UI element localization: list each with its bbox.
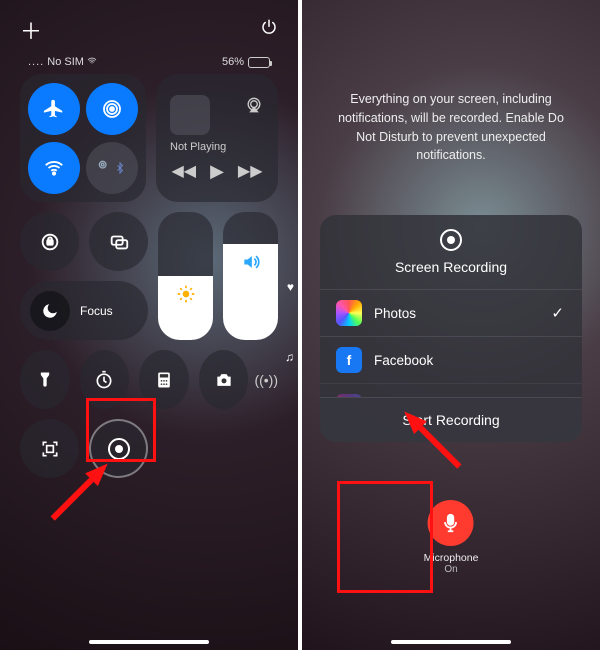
app-option-instagram[interactable]: Instagram: [320, 383, 582, 397]
mic-label: Microphone: [424, 552, 479, 564]
carrier-label: No SIM: [47, 56, 84, 68]
mic-state: On: [424, 564, 479, 575]
brightness-slider[interactable]: [158, 212, 213, 340]
facebook-icon: f: [336, 347, 362, 373]
screen-recording-menu: Screen Recording Photos ✓ f Facebook Ins…: [320, 215, 582, 442]
check-icon: ✓: [551, 304, 564, 322]
battery-icon: [248, 57, 270, 68]
cellular-bt-toggle[interactable]: [86, 142, 138, 194]
orientation-lock[interactable]: [20, 212, 79, 271]
camera-button[interactable]: [199, 350, 249, 409]
app-option-facebook[interactable]: f Facebook: [320, 336, 582, 383]
airplane-toggle[interactable]: [28, 83, 80, 135]
microphone-icon: [440, 512, 462, 534]
calculator-button[interactable]: [139, 350, 189, 409]
battery-pct: 56%: [222, 56, 244, 68]
album-art: [170, 95, 210, 135]
screen-mirroring[interactable]: [89, 212, 148, 271]
power-icon[interactable]: [260, 18, 278, 42]
focus-button[interactable]: Focus: [20, 281, 148, 340]
connectivity-tile[interactable]: [20, 74, 146, 202]
home-indicator[interactable]: [391, 640, 511, 644]
hearing-icon[interactable]: ((•)): [254, 372, 278, 388]
forward-icon[interactable]: ▶▶: [238, 161, 263, 182]
home-indicator[interactable]: [89, 640, 209, 644]
record-icon: [440, 229, 462, 251]
app-option-photos[interactable]: Photos ✓: [320, 289, 582, 336]
timer-button[interactable]: [80, 350, 130, 409]
favorites-icon[interactable]: ♥: [287, 280, 294, 294]
photos-icon: [336, 300, 362, 326]
moon-icon: [30, 291, 70, 331]
recording-info-text: Everything on your screen, including not…: [302, 0, 600, 165]
add-control-icon[interactable]: ＋: [20, 14, 42, 46]
volume-slider[interactable]: [223, 212, 278, 340]
phone-right: Everything on your screen, including not…: [302, 0, 600, 650]
music-recognition-icon[interactable]: ♫: [285, 350, 294, 364]
play-icon[interactable]: ▶: [210, 161, 224, 182]
wifi-toggle[interactable]: [28, 142, 80, 194]
rewind-icon[interactable]: ◀◀: [171, 161, 196, 182]
airdrop-toggle[interactable]: [86, 83, 138, 135]
media-status: Not Playing: [170, 141, 226, 153]
flashlight-button[interactable]: [20, 350, 70, 409]
app-label: Photos: [374, 306, 416, 321]
speaker-icon: [241, 252, 261, 277]
menu-title: Screen Recording: [320, 259, 582, 275]
phone-left: ＋ .... No SIM 56%: [0, 0, 298, 650]
microphone-toggle[interactable]: Microphone On: [424, 500, 479, 575]
app-label: Facebook: [374, 353, 433, 368]
sun-icon: [176, 284, 196, 309]
focus-label: Focus: [80, 304, 113, 318]
status-bar: .... No SIM 56%: [0, 52, 298, 74]
qr-scanner-button[interactable]: [20, 419, 79, 478]
airplay-icon[interactable]: [244, 95, 264, 120]
media-tile[interactable]: Not Playing ◀◀ ▶ ▶▶: [156, 74, 278, 202]
screen-record-button[interactable]: [89, 419, 148, 478]
start-recording-button[interactable]: Start Recording: [320, 397, 582, 442]
instagram-icon: [336, 394, 362, 397]
